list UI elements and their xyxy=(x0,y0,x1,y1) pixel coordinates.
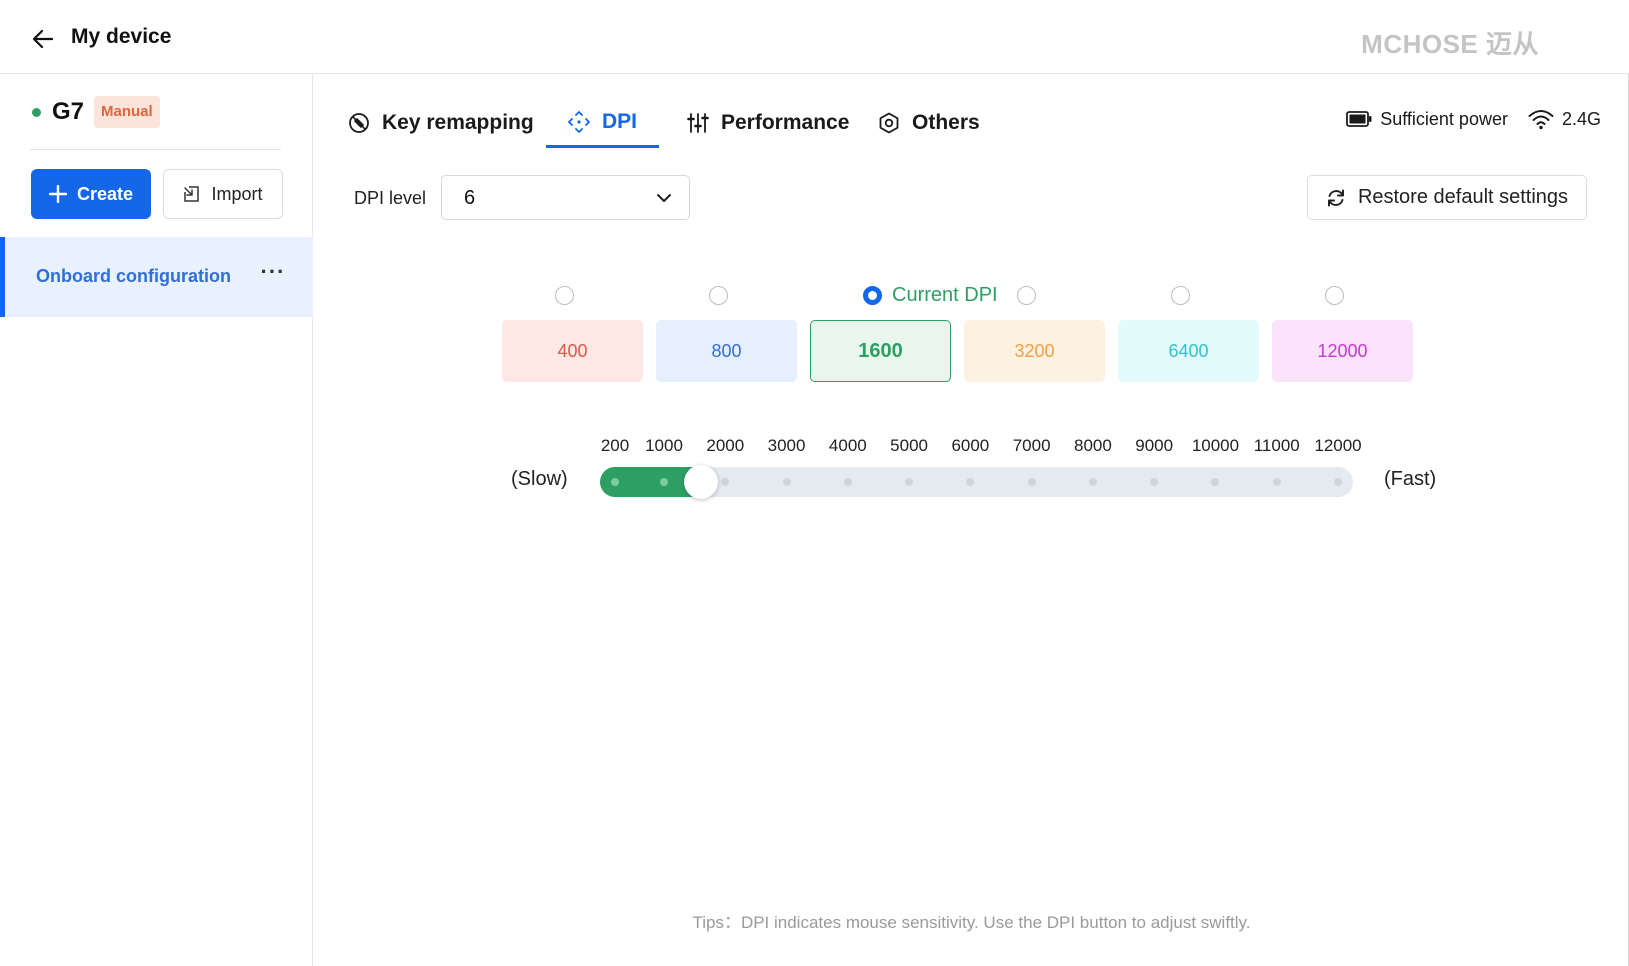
create-button-label: Create xyxy=(76,183,134,204)
slider-step-dot xyxy=(1211,478,1220,486)
slider-step-dot xyxy=(1027,478,1036,486)
slider-step-dot xyxy=(660,478,669,486)
slider-tick-label: 2000 xyxy=(706,436,745,455)
dpi-stage-radio[interactable] xyxy=(1017,286,1036,305)
slider-step-dot xyxy=(1272,478,1281,486)
tab-label: Key remapping xyxy=(382,111,534,134)
slider-step-dot xyxy=(1334,478,1342,486)
dpi-stage-card[interactable]: 6400 xyxy=(1118,320,1259,382)
dpi-stage-card[interactable]: 3200 xyxy=(964,320,1105,382)
slider-step-dot xyxy=(721,478,730,486)
power-status-text: Sufficient power xyxy=(1380,108,1508,129)
dpi-stage-card[interactable]: 1600 xyxy=(810,320,951,382)
dpi-stage-card[interactable]: 12000 xyxy=(1272,320,1413,382)
slider-step-dot xyxy=(1150,478,1159,486)
dpi-stage-5: 6400 xyxy=(1118,286,1260,456)
slider-tick-label: 1000 xyxy=(645,436,683,455)
dpi-stage-radio[interactable] xyxy=(1325,286,1344,305)
dpi-stage-radio[interactable] xyxy=(1171,286,1190,305)
dpi-stage-card[interactable]: 800 xyxy=(656,320,797,382)
dpi-stage-card[interactable]: 400 xyxy=(502,320,643,382)
sidebar-item-onboard-configuration[interactable]: Onboard configuration ··· xyxy=(0,237,313,317)
key-remap-icon xyxy=(349,113,369,133)
dpi-stage-radio[interactable] xyxy=(709,286,728,305)
restore-defaults-label: Restore default settings xyxy=(1357,186,1569,208)
tab-key-remapping[interactable]: Key remapping xyxy=(326,98,556,148)
create-button[interactable]: Create xyxy=(31,169,151,219)
tab-label: Performance xyxy=(721,111,850,134)
dpi-stage-1: 400 xyxy=(502,286,644,456)
tips-text: Tips：DPI indicates mouse sensitivity. Us… xyxy=(692,913,1251,932)
device-name: G7 xyxy=(52,98,85,125)
dpi-stage-radio[interactable] xyxy=(555,286,574,305)
arrow-left-icon xyxy=(32,29,54,49)
connection-status: 2.4G xyxy=(1528,108,1601,130)
dpi-stage-4: 3200 xyxy=(964,286,1106,456)
app-window: My device MCHOSE 迈从 G7 Manual Create Imp… xyxy=(0,0,1629,966)
dpi-level-value: 6 xyxy=(464,187,476,209)
slider-step-dot xyxy=(905,478,914,486)
plus-icon xyxy=(48,185,67,203)
slider-tick-label: 7000 xyxy=(1012,436,1051,455)
back-button[interactable] xyxy=(28,24,58,54)
device-status-dot xyxy=(32,108,41,117)
import-button[interactable]: Import xyxy=(163,169,283,219)
power-status: Sufficient power xyxy=(1346,109,1508,130)
slider-step-dot xyxy=(966,478,975,486)
slider-step-dot xyxy=(843,478,852,486)
dpi-stage-list: 400 800 Current DPI 1600 3200 6400 12000 xyxy=(502,284,1452,456)
top-bar: My device MCHOSE 迈从 xyxy=(0,0,1629,74)
slider-tick-label: 11000 xyxy=(1253,436,1300,455)
tab-performance[interactable]: Performance xyxy=(665,98,871,148)
sidebar: G7 Manual Create Import Onboard configur… xyxy=(0,74,313,966)
wifi-icon xyxy=(1528,110,1554,130)
dpi-stage-3: Current DPI 1600 xyxy=(810,284,998,456)
slider-tick-label: 10000 xyxy=(1191,436,1240,455)
slider-tick-label: 200 xyxy=(600,436,630,455)
slider-tick-label: 3000 xyxy=(767,436,806,455)
slider-tick-label: 6000 xyxy=(951,436,990,455)
tab-others[interactable]: Others xyxy=(856,98,1002,148)
slider-step-dot xyxy=(782,478,791,486)
dpi-level-select[interactable]: 6 xyxy=(441,175,690,220)
main-panel: Key remapping DPI Performance Others Suf… xyxy=(314,74,1629,966)
battery-icon xyxy=(1346,111,1372,127)
mode-badge: Manual xyxy=(94,96,160,128)
connection-status-text: 2.4G xyxy=(1561,108,1601,129)
slider-tick-label: 9000 xyxy=(1135,436,1174,455)
tab-dpi[interactable]: DPI xyxy=(546,98,660,148)
chevron-down-icon xyxy=(657,194,671,202)
slider-tick-label: 12000 xyxy=(1314,436,1362,455)
fast-label: (Fast) xyxy=(1384,468,1437,490)
restore-defaults-button[interactable]: Restore default settings xyxy=(1307,175,1587,220)
slider-tick-label: 8000 xyxy=(1073,436,1112,455)
tab-bar: Key remapping DPI Performance Others Suf… xyxy=(314,74,1629,152)
page-title: My device xyxy=(71,25,172,48)
hexagon-settings-icon xyxy=(879,112,899,134)
dpi-icon xyxy=(568,110,590,133)
more-options-icon[interactable]: ··· xyxy=(258,259,288,289)
slider-tick-label: 5000 xyxy=(890,436,929,455)
slider-tick-labels: 200 1000 2000 3000 4000 5000 6000 7000 8000 9000 1… xyxy=(314,436,1629,464)
device-status: Sufficient power 2.4G xyxy=(1346,108,1601,130)
refresh-icon xyxy=(1327,189,1344,206)
sliders-icon xyxy=(687,113,709,133)
dpi-stage-6: 12000 xyxy=(1272,286,1414,456)
dpi-stage-radio[interactable] xyxy=(863,286,882,305)
slider-tick-label: 4000 xyxy=(828,436,867,455)
dpi-slider[interactable] xyxy=(600,465,1353,499)
tab-label: Others xyxy=(912,111,980,134)
import-button-label: Import xyxy=(211,183,263,204)
brand-logo: MCHOSE 迈从 xyxy=(1361,29,1539,59)
dpi-level-label: DPI level xyxy=(354,188,427,208)
slider-step-dot xyxy=(1088,478,1097,486)
sidebar-divider xyxy=(30,149,281,150)
sidebar-item-label: Onboard configuration xyxy=(36,266,231,286)
dpi-stage-2: 800 xyxy=(656,286,798,456)
import-icon xyxy=(184,186,200,202)
slow-label: (Slow) xyxy=(511,468,568,490)
tab-label: DPI xyxy=(602,109,638,133)
slider-thumb[interactable] xyxy=(683,465,718,499)
slider-step-dot xyxy=(611,478,619,486)
